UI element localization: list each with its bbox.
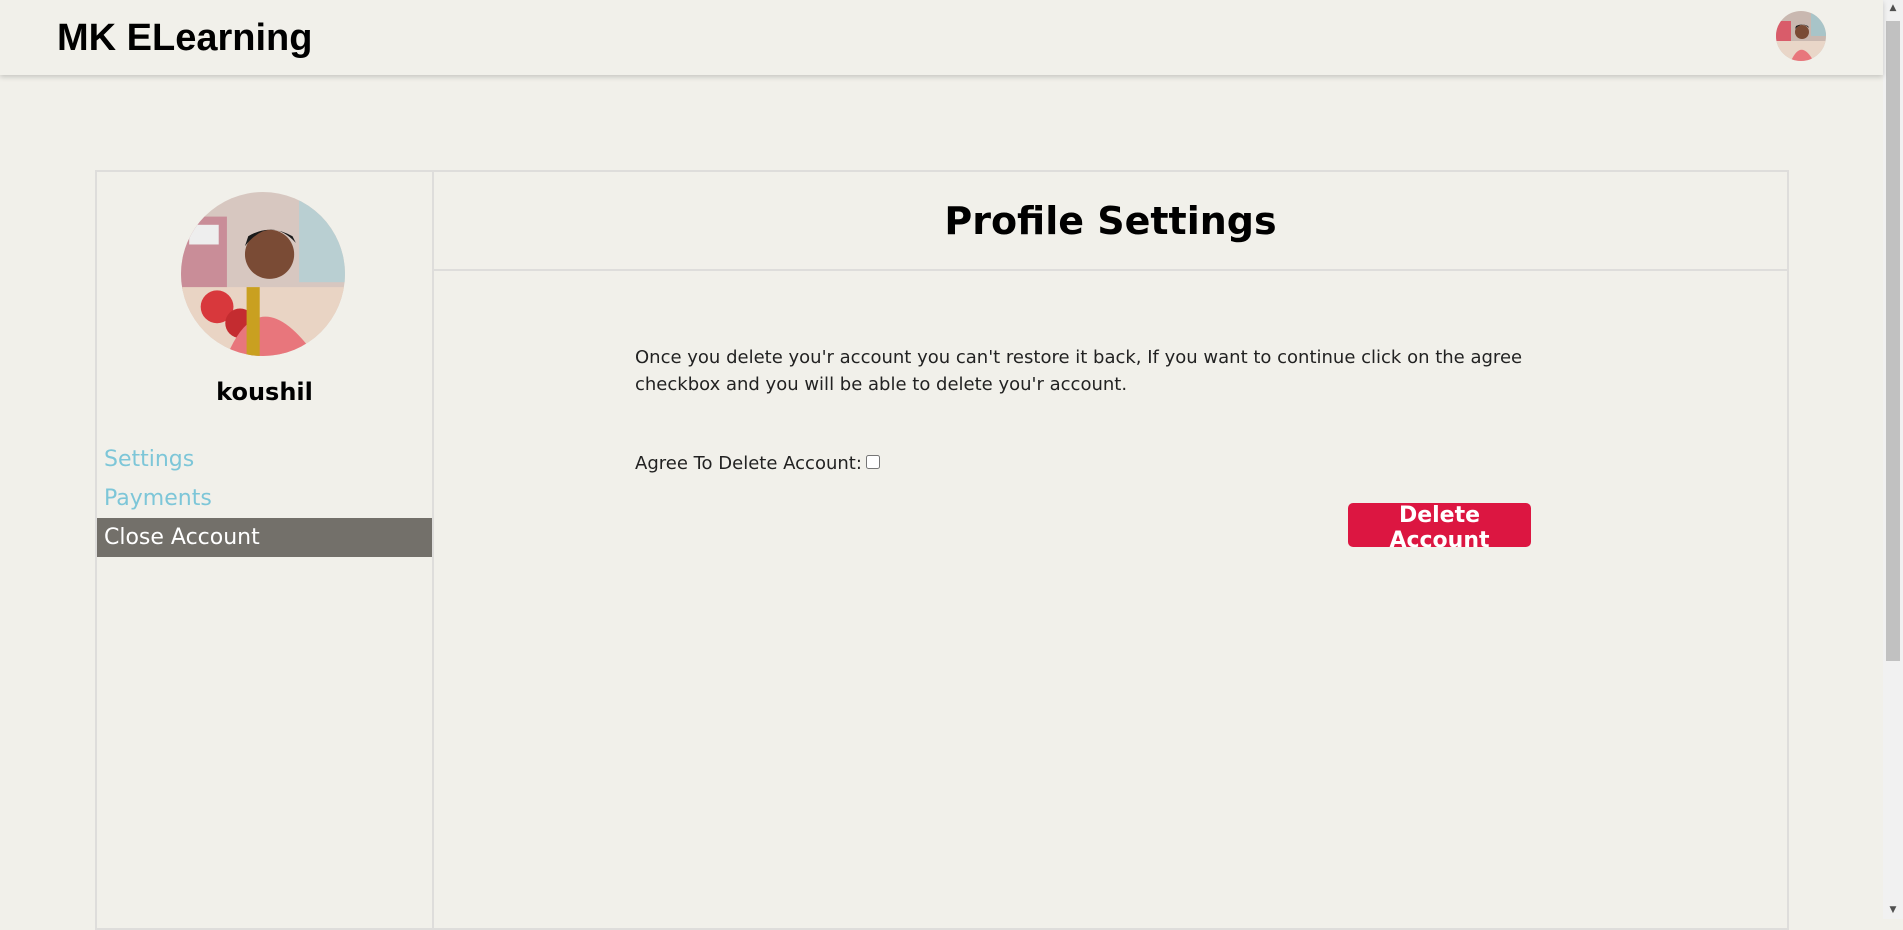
sidebar-nav: Settings Payments Close Account: [97, 440, 432, 557]
top-header: MK ELearning: [0, 0, 1883, 75]
sidebar: koushil Settings Payments Close Account: [97, 172, 434, 928]
agree-delete-checkbox[interactable]: [865, 455, 880, 469]
sidebar-item-close-account[interactable]: Close Account: [97, 518, 432, 557]
profile-picture: [181, 192, 345, 356]
avatar-image: [1776, 11, 1826, 61]
username: koushil: [216, 378, 313, 406]
delete-warning-text: Once you delete you'r account you can't …: [635, 347, 1523, 395]
scrollbar-thumb[interactable]: [1886, 21, 1900, 661]
profile-settings-panel: koushil Settings Payments Close Account …: [95, 170, 1789, 930]
scroll-down-arrow-icon[interactable]: ▼: [1883, 902, 1903, 919]
agree-delete-label: Agree To Delete Account:: [635, 453, 862, 474]
scroll-up-arrow-icon[interactable]: ▲: [1883, 0, 1903, 17]
main-header: Profile Settings: [434, 172, 1787, 271]
delete-account-button[interactable]: Delete Account: [1348, 503, 1531, 553]
sidebar-item-settings[interactable]: Settings: [97, 440, 432, 479]
user-avatar-icon[interactable]: [1776, 11, 1826, 61]
main-content: Profile Settings Once you delete you'r a…: [434, 172, 1787, 928]
agree-delete-row: Agree To Delete Account:: [635, 453, 880, 474]
profile-avatar-image: [181, 192, 345, 356]
page-title: Profile Settings: [944, 199, 1277, 243]
brand-logo-text[interactable]: MK ELearning: [57, 17, 312, 60]
page-scrollbar[interactable]: ▲ ▼: [1883, 0, 1903, 919]
sidebar-item-payments[interactable]: Payments: [97, 479, 432, 518]
